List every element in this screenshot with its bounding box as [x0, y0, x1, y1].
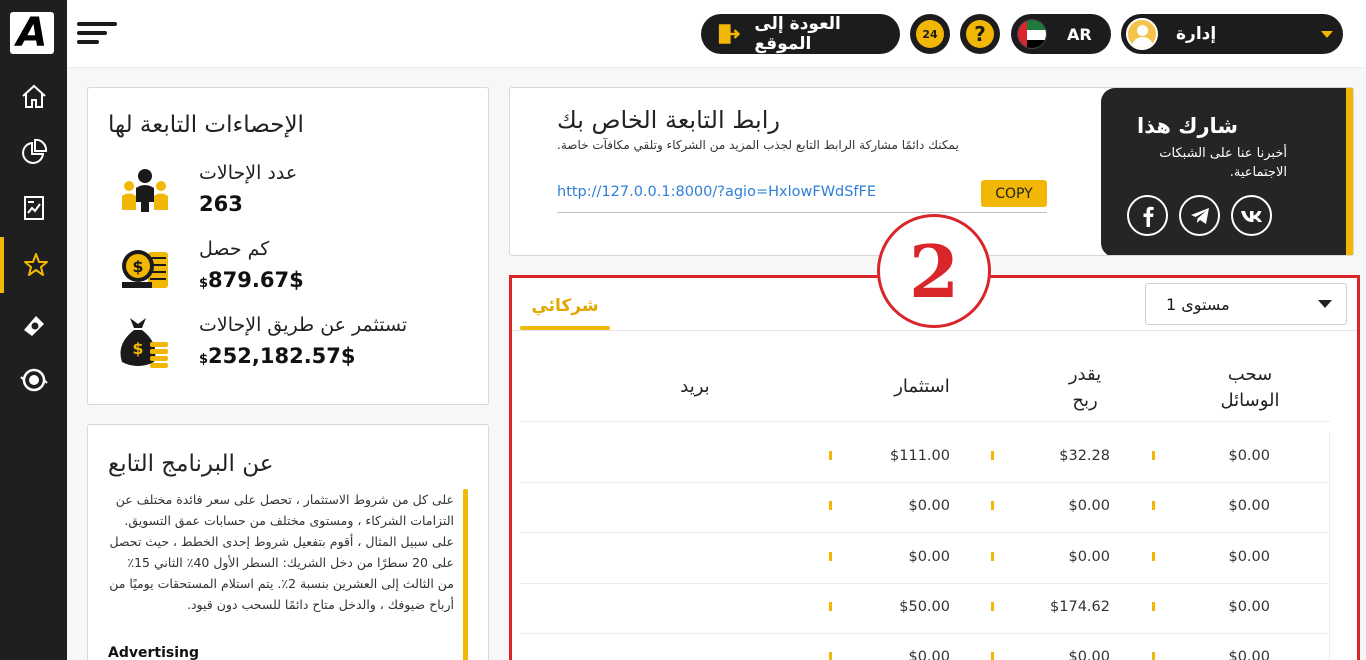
svg-text:$: $ — [132, 257, 143, 276]
user-menu-button[interactable]: إدارة — [1121, 14, 1343, 54]
sidebar-item-stats[interactable] — [0, 124, 67, 180]
table-row: $0.00 $0.00 $0.00 — [520, 483, 1330, 533]
top-bar: العودة إلى الموقع 24 ? AR إدارة — [67, 0, 1366, 68]
table-row: $0.00 $0.00 $0.00 — [520, 634, 1330, 660]
sidebar-item-cash[interactable] — [0, 296, 67, 352]
vk-button[interactable] — [1231, 195, 1272, 236]
back-to-site-button[interactable]: العودة إلى الموقع — [701, 14, 900, 54]
people-icon — [122, 169, 168, 212]
tabs-divider — [512, 330, 1357, 331]
telegram-icon — [1190, 207, 1209, 224]
affiliate-stats-card: الإحصاءات التابعة لها عدد الإحالات 263 $… — [87, 87, 489, 405]
sidebar-item-reports[interactable] — [0, 180, 67, 236]
coins-icon: $ — [122, 250, 168, 288]
sidebar: A — [0, 0, 67, 660]
language-selector[interactable]: AR — [1011, 14, 1111, 54]
star-icon — [23, 253, 48, 276]
stat-earned: $ كم حصل $879.67$ — [116, 238, 476, 308]
cash-icon — [23, 316, 44, 336]
telegram-button[interactable] — [1179, 195, 1220, 236]
accent-strip — [1346, 88, 1353, 255]
about-subheading: Advertising — [108, 645, 199, 660]
svg-text:24: 24 — [922, 28, 938, 41]
about-title: عن البرنامج التابع — [108, 451, 274, 477]
column-header-profit: يقدر ربح — [1068, 364, 1102, 411]
about-text: على كل من شروط الاستثمار ، تحصل على سعر … — [109, 492, 454, 612]
vk-icon — [1240, 210, 1262, 222]
table-row: $50.00 $174.62 $0.00 — [520, 584, 1330, 634]
dropdown-caret-icon — [1318, 300, 1332, 308]
stats-title: الإحصاءات التابعة لها — [108, 112, 304, 138]
report-icon — [23, 196, 44, 220]
table-row: $111.00 $32.28 $0.00 — [520, 433, 1330, 483]
help-icon: ? — [966, 20, 994, 48]
level-select[interactable]: مستوى 1 — [1145, 283, 1347, 325]
uae-flag-icon — [1017, 19, 1047, 49]
exchange-icon — [19, 368, 48, 392]
avatar — [1126, 18, 1158, 50]
link-description: .يمكنك دائمًا مشاركة الرابط التابع لجذب … — [557, 138, 959, 152]
scroll-indicator[interactable] — [463, 489, 468, 660]
svg-text:$: $ — [132, 339, 143, 358]
facebook-button[interactable] — [1127, 195, 1168, 236]
money-bag-icon: $ — [120, 318, 168, 368]
share-title: شارك هذا — [1137, 114, 1239, 138]
help-button[interactable]: ? — [960, 14, 1000, 54]
share-description: أخبرنا عنا على الشبكات الاجتماعية. — [1159, 146, 1287, 180]
chevron-down-icon — [1321, 31, 1333, 38]
step-number-badge: 2 — [877, 214, 991, 328]
sidebar-item-exchange[interactable] — [0, 352, 67, 408]
link-title: رابط التابعة الخاص بك — [557, 106, 780, 134]
column-header-withdraw: سحب الوسائل — [1220, 364, 1280, 411]
exit-door-icon — [718, 24, 741, 44]
table-header-divider — [520, 421, 1330, 422]
copy-button[interactable]: COPY — [981, 180, 1047, 207]
stat-referrals: عدد الإحالات 263 — [116, 162, 476, 232]
facebook-icon — [1143, 206, 1154, 227]
stat-invested: $ تستثمر عن طريق الإحالات $252,182.57$ — [116, 314, 476, 384]
affiliate-url[interactable]: http://127.0.0.1:8000/?agio=HxlowFWdSfFE — [557, 184, 876, 200]
support-phone-icon: 24 — [916, 20, 944, 48]
about-program-card: عن البرنامج التابع على كل من شروط الاستث… — [87, 424, 489, 660]
table-row: $0.00 $0.00 $0.00 — [520, 534, 1330, 584]
url-underline — [557, 212, 1047, 213]
menu-toggle-icon[interactable] — [77, 22, 117, 44]
column-header-investment: استثمار — [894, 376, 950, 397]
sidebar-item-home[interactable] — [0, 68, 67, 124]
home-icon — [21, 84, 46, 108]
column-header-email: بريد — [680, 376, 710, 397]
support-24-button[interactable]: 24 — [910, 14, 950, 54]
sidebar-item-affiliate[interactable] — [0, 237, 67, 293]
share-panel: شارك هذا أخبرنا عنا على الشبكات الاجتماع… — [1101, 88, 1353, 255]
svg-text:?: ? — [974, 22, 986, 46]
pie-chart-icon — [21, 138, 47, 164]
app-logo[interactable]: A — [10, 12, 54, 54]
